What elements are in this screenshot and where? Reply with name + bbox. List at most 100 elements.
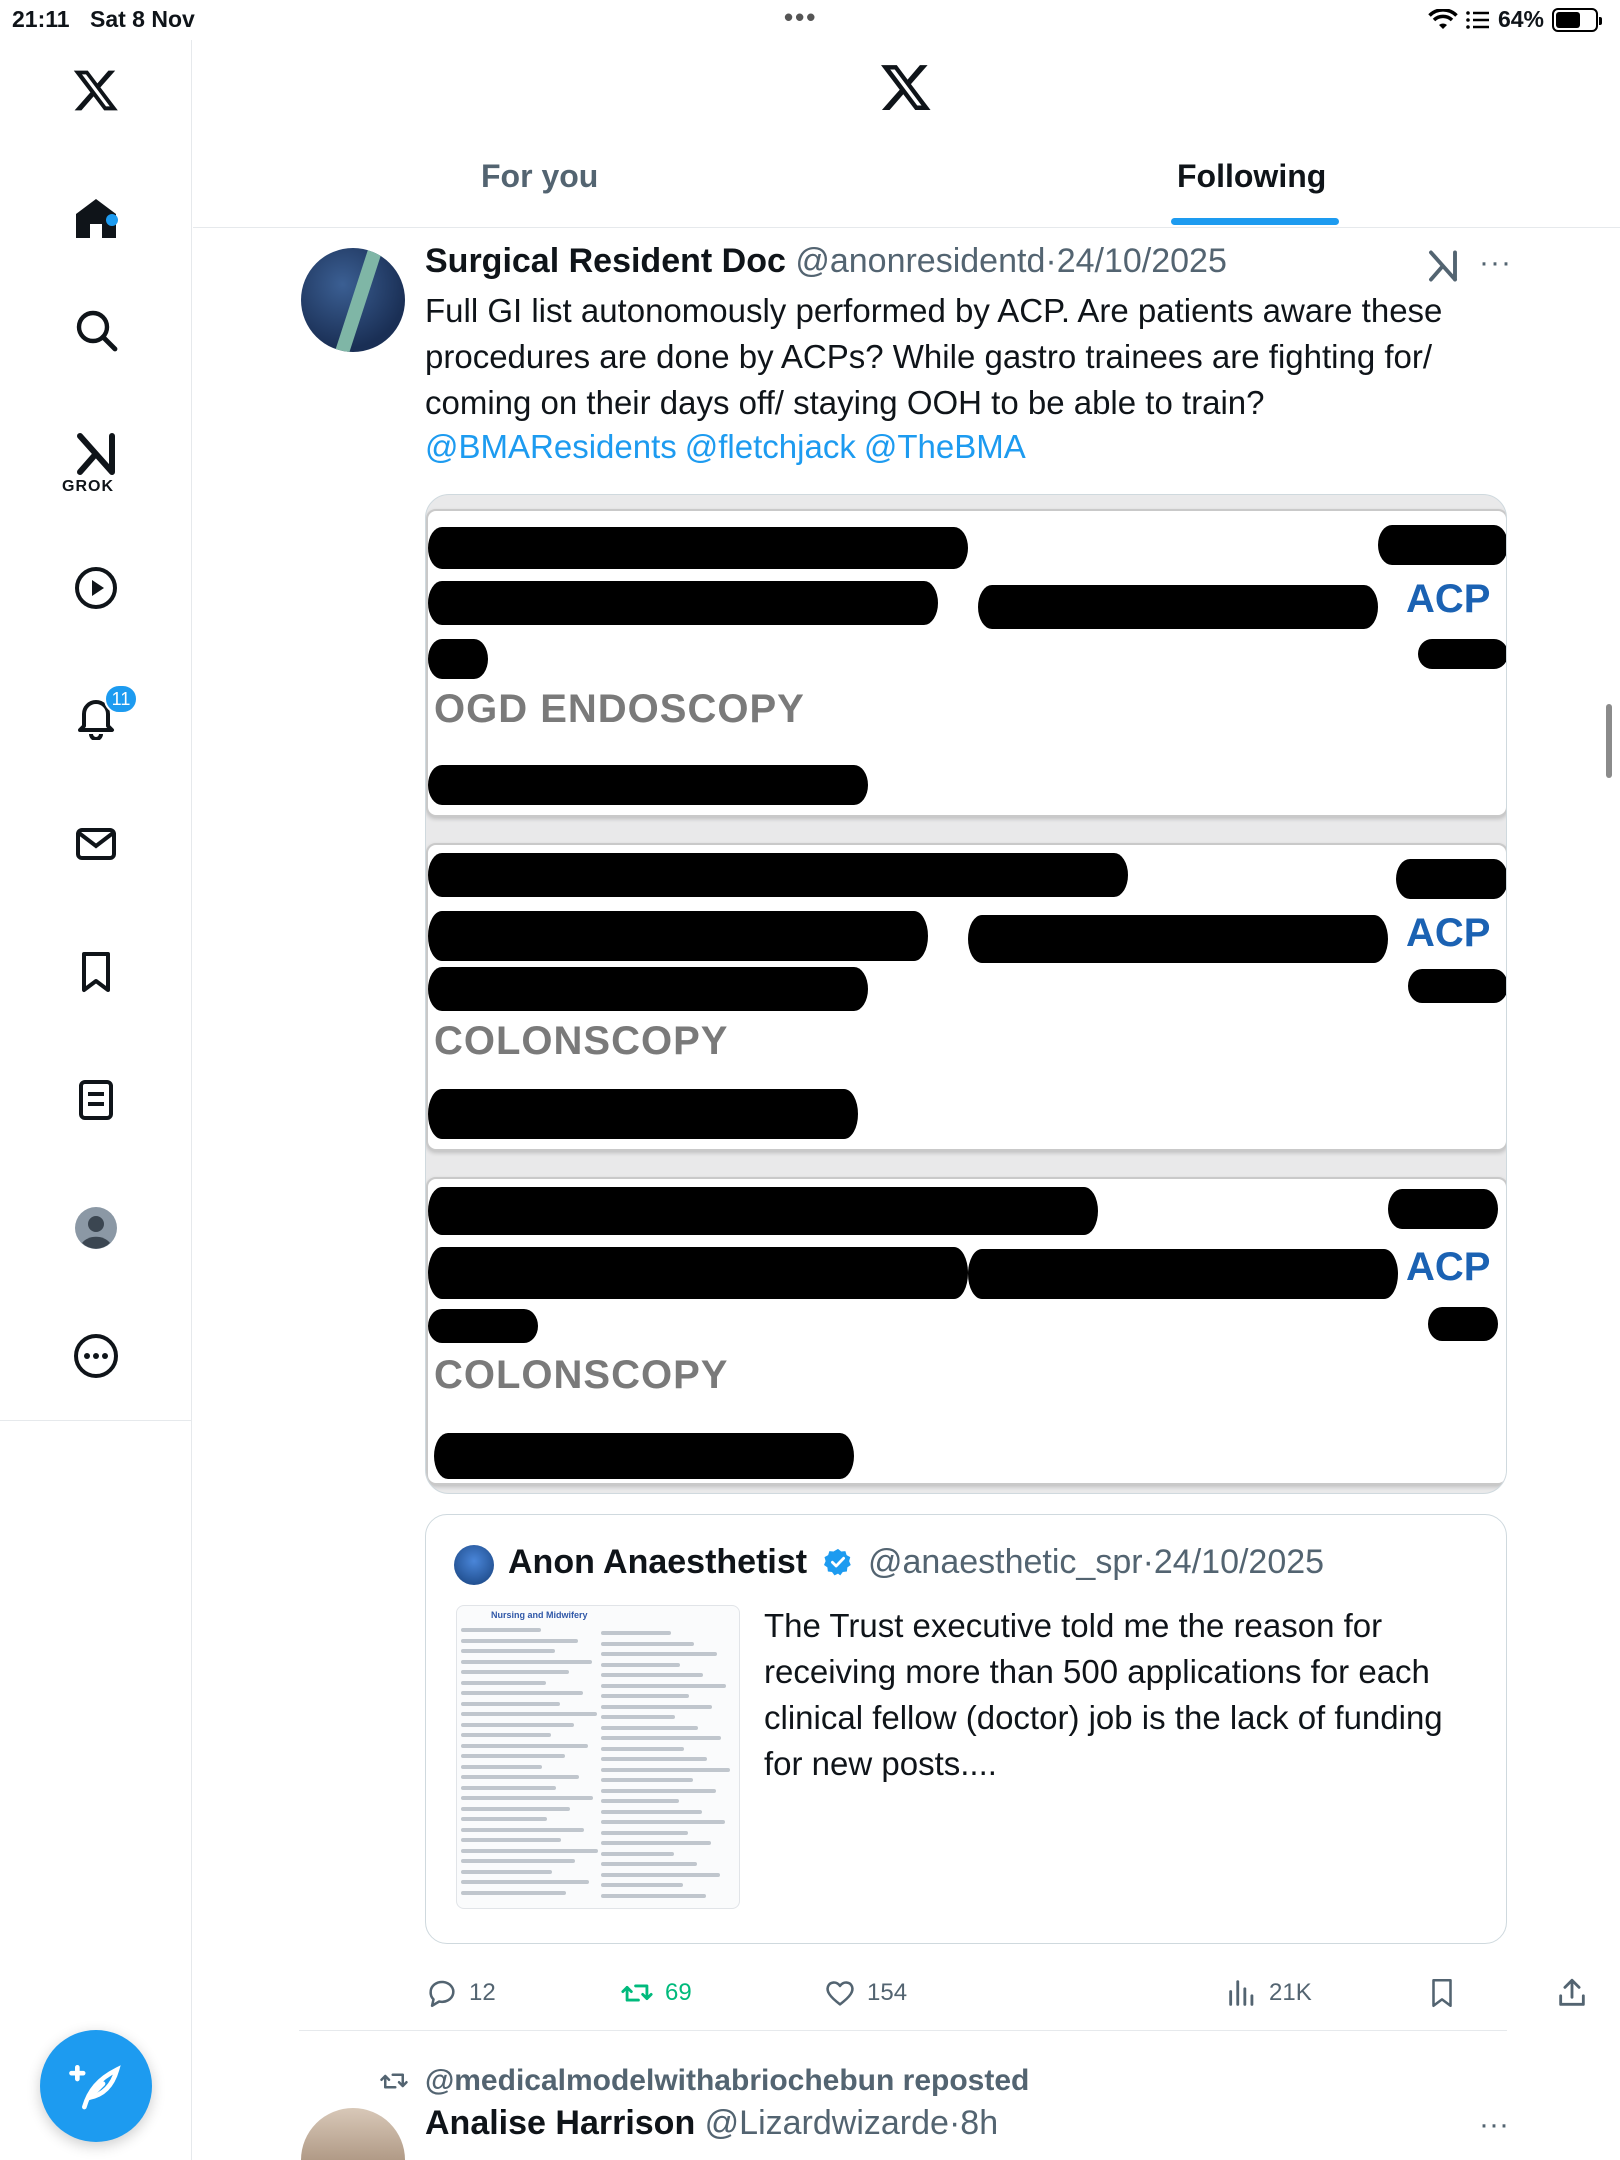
redaction xyxy=(1396,859,1506,899)
bookmark-icon xyxy=(1432,1978,1452,2008)
thumb-text-line xyxy=(461,1638,578,1643)
redaction xyxy=(428,581,938,625)
thumb-text-line xyxy=(461,1775,579,1779)
quoted-date[interactable]: 24/10/2025 xyxy=(1154,1543,1324,1581)
mention-link[interactable]: @fletchjack xyxy=(685,428,856,465)
tweet-mentions: @BMAResidents @fletchjack @TheBMA xyxy=(425,428,1034,466)
repost-button[interactable]: 69 xyxy=(619,1976,692,2010)
notifications-badge: 11 xyxy=(104,684,138,714)
messages-icon[interactable] xyxy=(46,794,146,894)
tweet-more-icon[interactable]: ··· xyxy=(1479,246,1512,280)
thumb-text-line xyxy=(601,1799,679,1803)
focus-list-icon xyxy=(1466,10,1489,29)
thumb-text-line xyxy=(461,1670,569,1674)
views-button[interactable]: 21K xyxy=(1225,1976,1312,2010)
author-name[interactable]: Analise Harrison xyxy=(425,2104,695,2142)
separator: · xyxy=(1142,1543,1154,1581)
mention-link[interactable]: @BMAResidents xyxy=(425,428,677,465)
thumb-text-line xyxy=(461,1848,598,1853)
author-handle[interactable]: @anonresidentd xyxy=(795,242,1045,280)
thumb-text-line xyxy=(601,1757,707,1761)
views-chart-icon xyxy=(1229,1980,1254,2006)
tweet-header: Surgical Resident Doc @anonresidentd·24/… xyxy=(425,242,1227,281)
redaction xyxy=(428,1089,858,1139)
quoted-author-name[interactable]: Anon Anaesthetist xyxy=(508,1543,807,1581)
redaction xyxy=(978,585,1378,629)
thumb-text-line xyxy=(601,1841,711,1845)
thumb-text-line xyxy=(461,1680,546,1685)
video-icon[interactable] xyxy=(46,538,146,638)
avatar[interactable] xyxy=(301,2108,405,2160)
thumb-text-line xyxy=(461,1691,583,1695)
author-handle[interactable]: @Lizardwizarde xyxy=(705,2104,949,2142)
tweet-divider xyxy=(299,2030,1507,2031)
avatar[interactable] xyxy=(301,248,405,352)
grok-explain-icon[interactable] xyxy=(1425,248,1461,289)
bookmark-button[interactable] xyxy=(1425,1976,1459,2010)
quoted-avatar[interactable] xyxy=(454,1545,494,1585)
separator: · xyxy=(948,2104,961,2142)
tweet-date[interactable]: 24/10/2025 xyxy=(1057,242,1227,280)
redaction xyxy=(428,1187,1098,1235)
reply-button[interactable]: 12 xyxy=(425,1976,496,2010)
thumb-text-line xyxy=(461,1754,565,1758)
author-name[interactable]: Surgical Resident Doc xyxy=(425,242,786,280)
share-icon xyxy=(1559,1978,1585,2006)
battery-percent: 64% xyxy=(1497,6,1544,32)
redaction xyxy=(1418,639,1506,669)
multitask-dots-icon[interactable]: ••• xyxy=(784,2,817,33)
thumb-text-line xyxy=(601,1641,694,1646)
redaction xyxy=(428,639,488,679)
quoted-tweet[interactable]: Anon Anaesthetist @anaesthetic_spr·24/10… xyxy=(425,1514,1507,1944)
redaction xyxy=(968,1249,1398,1299)
more-icon[interactable] xyxy=(46,1306,146,1406)
thumb-text-line xyxy=(461,1890,566,1895)
thumb-text-line xyxy=(601,1862,697,1866)
compose-post-button[interactable] xyxy=(40,2030,152,2142)
thumb-text-line xyxy=(461,1722,574,1727)
scrollbar[interactable] xyxy=(1606,704,1612,778)
share-button[interactable] xyxy=(1555,1976,1589,2010)
sidebar-divider xyxy=(0,1420,192,1421)
search-icon[interactable] xyxy=(46,280,146,380)
tweet-time[interactable]: 8h xyxy=(960,2104,998,2142)
separator: · xyxy=(1045,242,1057,280)
thumb-title: Nursing and Midwifery xyxy=(491,1610,588,1620)
home-icon[interactable] xyxy=(46,168,146,268)
thumb-text-line xyxy=(601,1631,671,1635)
redaction xyxy=(434,1433,854,1479)
mention-link[interactable]: @TheBMA xyxy=(864,428,1026,465)
like-button[interactable]: 154 xyxy=(823,1976,907,2010)
tweet-text: Full GI list autonomously performed by A… xyxy=(425,292,1443,421)
repost-context[interactable]: @medicalmodelwithabriochebun reposted xyxy=(377,2064,1029,2098)
bookmarks-icon[interactable] xyxy=(46,922,146,1022)
repost-icon xyxy=(380,2073,408,2089)
tweet-more-icon[interactable]: ··· xyxy=(1479,2108,1509,2142)
thumb-text-line xyxy=(601,1662,680,1667)
thumb-text-line xyxy=(461,1796,593,1800)
next-tweet-header: Analise Harrison @Lizardwizarde·8h xyxy=(425,2104,998,2143)
procedure-label: COLONSCOPY xyxy=(434,1353,729,1397)
quoted-text: The Trust executive told me the reason f… xyxy=(764,1607,1443,1782)
quoted-handle[interactable]: @anaesthetic_spr xyxy=(868,1543,1143,1581)
thumb-text-line xyxy=(601,1893,706,1898)
thumb-text-line xyxy=(461,1743,588,1748)
quoted-image[interactable]: Nursing and Midwifery xyxy=(456,1605,740,1909)
notifications-icon[interactable] xyxy=(46,666,146,766)
redaction xyxy=(428,765,868,805)
thumb-text-line xyxy=(461,1764,542,1769)
tweet-media-image[interactable]: ACP OGD ENDOSCOPY ACP COLONSCOPY ACP COL… xyxy=(425,494,1507,1494)
thumb-text-line xyxy=(601,1736,721,1740)
thumb-text-line xyxy=(461,1701,560,1706)
x-logo-icon[interactable] xyxy=(46,40,146,140)
thumb-text-line xyxy=(601,1746,684,1751)
thumb-text-line xyxy=(601,1820,725,1824)
lists-icon[interactable] xyxy=(46,1050,146,1150)
views-count: 21K xyxy=(1269,1979,1312,2006)
tab-for-you[interactable]: For you xyxy=(481,158,598,228)
grok-label: GROK xyxy=(62,478,114,495)
x-logo-header-icon[interactable] xyxy=(879,60,933,119)
thumb-text-line xyxy=(601,1704,712,1709)
thumb-text-line xyxy=(601,1788,716,1793)
profile-icon[interactable] xyxy=(46,1178,146,1278)
